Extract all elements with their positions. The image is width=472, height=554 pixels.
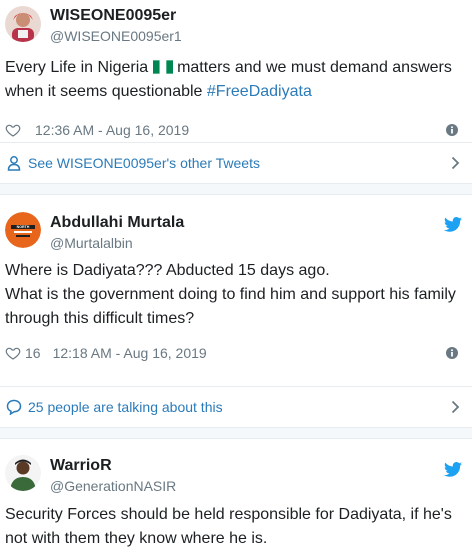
tweet-meta: 12:36 AM - Aug 16, 2019 (0, 118, 472, 142)
info-icon[interactable] (446, 124, 458, 136)
nigeria-flag-icon (152, 60, 173, 74)
tweet-divider (0, 428, 472, 439)
twitter-bird-icon[interactable] (444, 217, 462, 232)
author-handle[interactable]: @Murtalalbin (50, 235, 133, 251)
tweet-header: WISEONE0095er @WISEONE0095er1 (0, 0, 472, 50)
avatar[interactable] (5, 6, 41, 42)
hashtag-link[interactable]: #FreeDadiyata (207, 83, 312, 100)
tweet-meta: 16 12:18 AM - Aug 16, 2019 (0, 341, 472, 365)
footer-label: See WISEONE0095er's other Tweets (28, 155, 260, 171)
heart-icon[interactable] (5, 122, 21, 138)
heart-icon[interactable] (5, 345, 21, 361)
tweet-text: Security Forces should be held responsib… (5, 506, 452, 547)
conversation-link[interactable]: 25 people are talking about this (0, 386, 472, 427)
avatar[interactable] (5, 455, 41, 491)
info-icon[interactable] (446, 347, 458, 359)
person-icon (6, 155, 22, 171)
tweet-header: NORTH Abdullahi Murtala @Murtalalbin (0, 195, 472, 251)
author-name[interactable]: WISEONE0095er (50, 7, 176, 25)
chevron-right-icon (451, 156, 460, 170)
author-name[interactable]: WarrioR (50, 457, 112, 475)
tweet-divider (0, 184, 472, 195)
tweet-card-2: NORTH Abdullahi Murtala @Murtalalbin Whe… (0, 195, 472, 428)
author-handle[interactable]: @WISEONE0095er1 (50, 28, 182, 44)
tweet-card-1: WISEONE0095er @WISEONE0095er1 Every Life… (0, 0, 472, 184)
tweet-timestamp[interactable]: 12:18 AM - Aug 16, 2019 (53, 345, 207, 361)
tweet-timestamp[interactable]: 12:36 AM - Aug 16, 2019 (35, 122, 189, 138)
tweet-card-3: WarrioR @GenerationNASIR Security Forces… (0, 439, 472, 554)
tweet-text: Where is Dadiyata??? Abducted 15 days ag… (5, 262, 456, 327)
footer-label: 25 people are talking about this (28, 399, 223, 415)
author-name[interactable]: Abdullahi Murtala (50, 214, 184, 232)
comment-icon (6, 399, 22, 415)
tweet-header: WarrioR @GenerationNASIR (0, 439, 472, 494)
like-count[interactable]: 16 (25, 345, 41, 361)
avatar[interactable]: NORTH (5, 212, 41, 248)
twitter-bird-icon[interactable] (444, 462, 462, 477)
tweet-text-part: Every Life in Nigeria (5, 59, 153, 76)
author-handle[interactable]: @GenerationNASIR (50, 478, 176, 494)
chevron-right-icon (451, 400, 460, 414)
avatar-logo-text: NORTH (17, 225, 30, 229)
tweet-text: Every Life in Nigeria matters and we mus… (0, 56, 472, 104)
other-tweets-link[interactable]: See WISEONE0095er's other Tweets (0, 142, 472, 183)
